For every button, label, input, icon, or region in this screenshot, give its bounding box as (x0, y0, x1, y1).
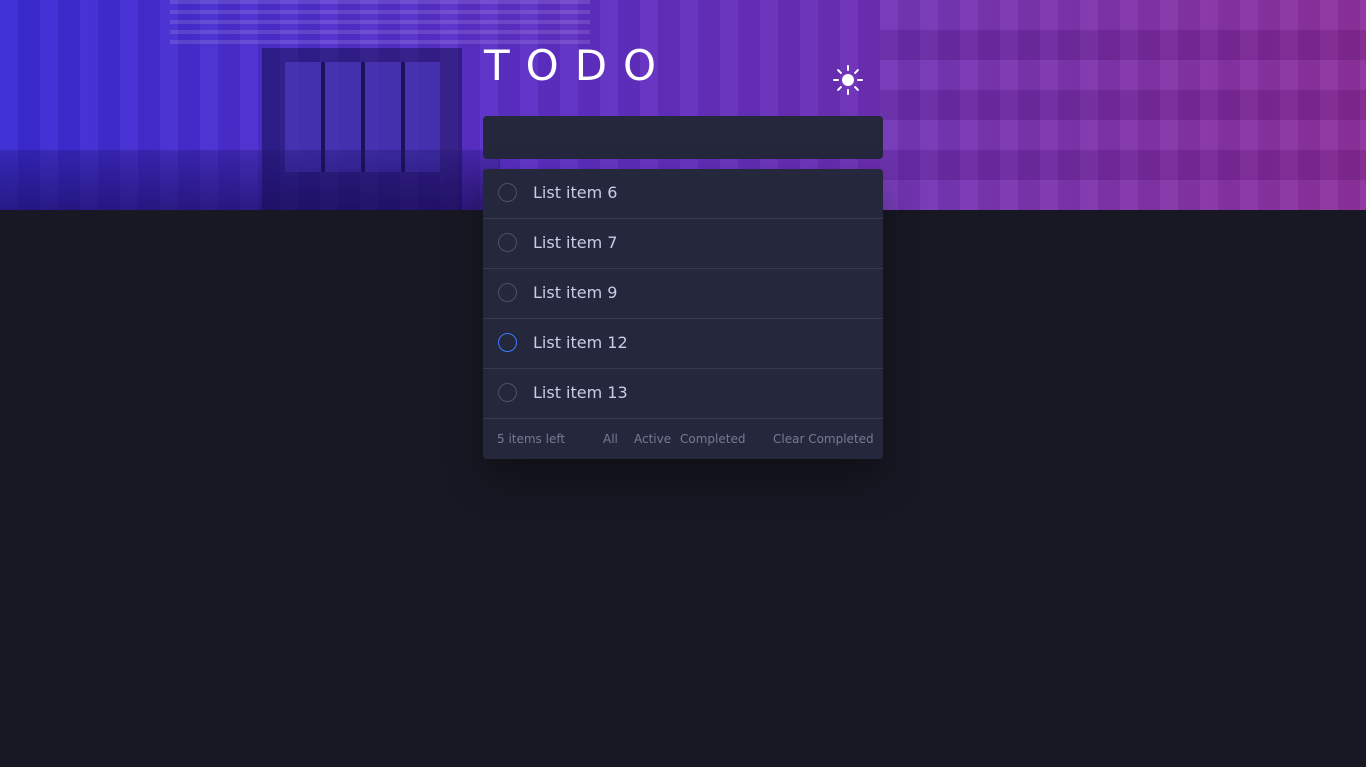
todo-label: List item 7 (533, 233, 618, 252)
todo-item[interactable]: List item 6 (483, 169, 883, 219)
todo-label: List item 6 (533, 183, 618, 202)
background-floor (0, 150, 500, 210)
background-wall (880, 0, 1366, 210)
todo-item[interactable]: List item 12 (483, 319, 883, 369)
todo-checkbox[interactable] (498, 283, 517, 302)
todo-checkbox[interactable] (498, 233, 517, 252)
theme-toggle-button[interactable] (832, 64, 864, 96)
todo-list: List item 6 List item 7 List item 9 List… (483, 169, 883, 459)
items-left-count: 5 items left (497, 432, 566, 446)
todo-item[interactable]: List item 9 (483, 269, 883, 319)
todo-checkbox[interactable] (498, 333, 517, 352)
todo-label: List item 12 (533, 333, 628, 352)
todo-label: List item 9 (533, 283, 618, 302)
filter-all-button[interactable]: All (603, 432, 618, 446)
filter-completed-button[interactable]: Completed (680, 432, 745, 446)
filter-active-button[interactable]: Active (634, 432, 671, 446)
todo-item[interactable]: List item 7 (483, 219, 883, 269)
new-todo-box (483, 116, 883, 159)
todo-checkbox[interactable] (498, 383, 517, 402)
todo-checkbox[interactable] (498, 183, 517, 202)
new-todo-input[interactable] (483, 116, 883, 159)
sun-icon (833, 65, 863, 95)
todo-footer: 5 items left All Active Completed Clear … (483, 419, 883, 459)
clear-completed-button[interactable]: Clear Completed (773, 432, 874, 446)
todo-item[interactable]: List item 13 (483, 369, 883, 419)
background-ceiling (170, 0, 590, 45)
app-title: TODO (484, 41, 673, 90)
todo-label: List item 13 (533, 383, 628, 402)
